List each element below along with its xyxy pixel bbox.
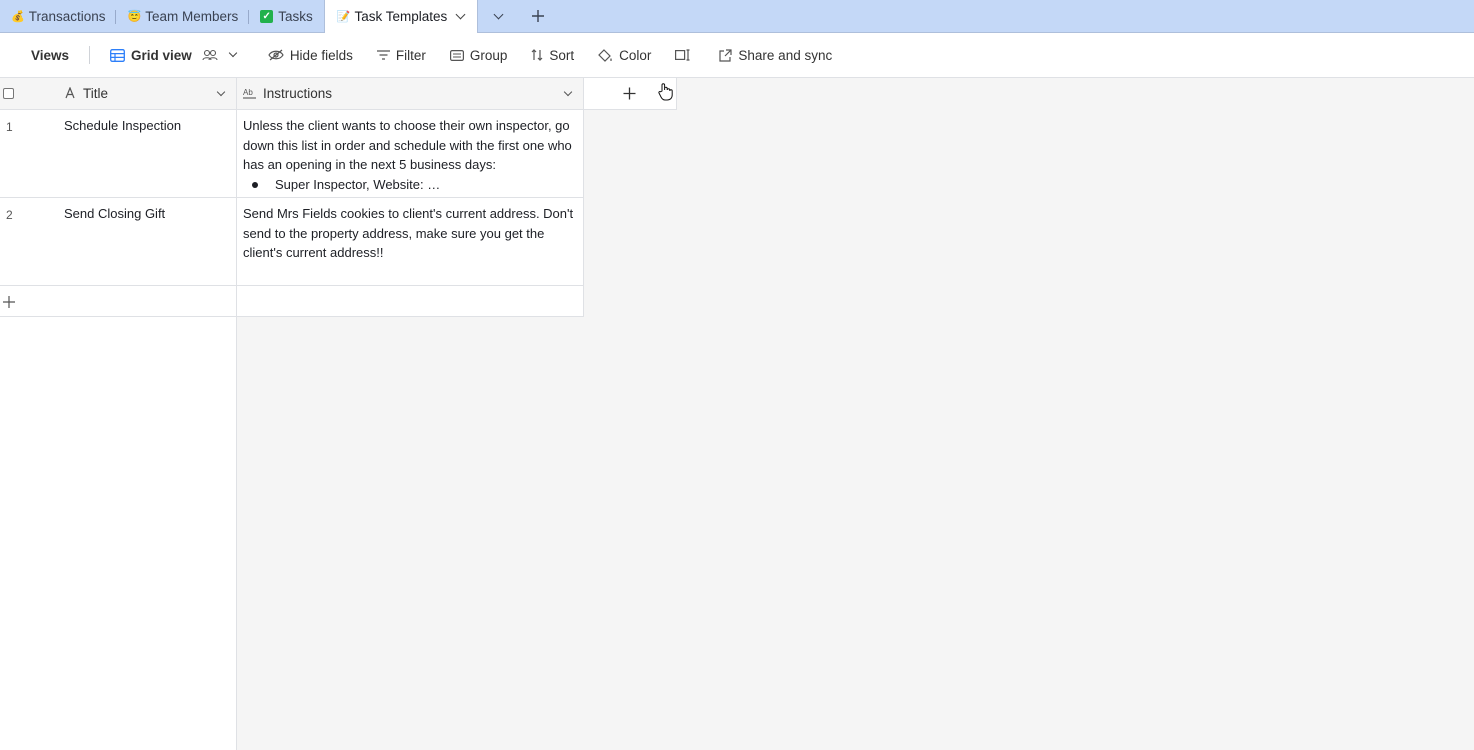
all-tables-dropdown[interactable] — [478, 0, 518, 32]
instructions-cell[interactable]: Send Mrs Fields cookies to client's curr… — [243, 204, 579, 263]
row-number: 1 — [6, 120, 13, 134]
hamburger-icon — [13, 52, 25, 58]
text-field-icon — [64, 86, 76, 102]
title-cell[interactable]: Send Closing Gift — [64, 204, 165, 224]
primary-header: Title — [0, 78, 237, 110]
tab-label: Transactions — [28, 8, 106, 24]
paint-bucket-icon — [598, 48, 613, 62]
add-table-button[interactable] — [518, 0, 558, 32]
instructions-list: Super Inspector, Website: … — [243, 175, 579, 195]
share-and-sync-button[interactable]: Share and sync — [707, 41, 844, 69]
grid-view-switcher[interactable]: Grid view — [98, 41, 248, 69]
instructions-cell[interactable]: Unless the client wants to choose their … — [243, 116, 579, 196]
view-toolbar: Views Grid view Hide fields Filter Group — [0, 33, 1474, 78]
views-button[interactable]: Views — [0, 41, 81, 69]
grid-view-label: Grid view — [131, 47, 192, 63]
instructions-text: Unless the client wants to choose their … — [243, 118, 572, 172]
color-button[interactable]: Color — [586, 41, 663, 69]
list-item: Super Inspector, Website: … — [243, 175, 579, 195]
memo-icon: 📝 — [336, 11, 351, 23]
add-record-button[interactable] — [3, 295, 15, 313]
group-label: Group — [469, 47, 508, 63]
chevron-down-icon[interactable] — [563, 87, 573, 97]
instructions-header: Ab Instructions — [237, 78, 584, 110]
group-icon — [449, 49, 464, 61]
plus-icon — [3, 296, 15, 308]
svg-text:Ab: Ab — [243, 88, 253, 97]
share-label: Share and sync — [738, 47, 833, 63]
chevron-down-icon — [493, 9, 504, 19]
filter-icon — [376, 50, 390, 60]
column-header-instructions[interactable]: Instructions — [263, 86, 332, 101]
table-row[interactable]: 1 Schedule Inspection — [0, 110, 237, 198]
title-cell[interactable]: Schedule Inspection — [64, 116, 181, 136]
chevron-down-icon[interactable] — [455, 9, 466, 20]
external-link-icon — [719, 48, 733, 62]
money-bag-icon: 💰 — [11, 10, 25, 23]
color-label: Color — [619, 47, 652, 63]
sort-icon — [531, 49, 543, 61]
grid-icon — [110, 48, 125, 62]
plus-icon — [623, 87, 636, 100]
sort-label: Sort — [549, 47, 575, 63]
tab-transactions[interactable]: 💰 Transactions — [0, 0, 117, 32]
eye-slash-icon — [268, 49, 284, 61]
table-row[interactable]: Send Mrs Fields cookies to client's curr… — [237, 198, 584, 286]
row-number: 2 — [6, 208, 13, 222]
plus-icon — [532, 10, 545, 22]
add-row[interactable] — [0, 286, 237, 317]
tab-label: Task Templates — [354, 9, 448, 24]
smiley-icon: 😇 — [127, 10, 142, 23]
table-row[interactable]: Unless the client wants to choose their … — [237, 110, 584, 198]
row-height-button[interactable] — [663, 41, 703, 69]
hide-fields-button[interactable]: Hide fields — [256, 41, 365, 69]
filter-label: Filter — [395, 47, 426, 63]
group-button[interactable]: Group — [438, 41, 520, 69]
tab-label: Tasks — [278, 8, 313, 24]
tab-tasks[interactable]: ✓ Tasks — [249, 0, 324, 32]
add-field-button[interactable] — [623, 87, 636, 103]
chevron-down-icon[interactable] — [216, 87, 226, 97]
hide-fields-label: Hide fields — [289, 47, 353, 63]
tab-label: Team Members — [145, 8, 239, 24]
tab-team-members[interactable]: 😇 Team Members — [116, 0, 249, 32]
select-all-checkbox[interactable] — [3, 88, 14, 99]
add-row[interactable] — [237, 286, 584, 317]
column-header-title[interactable]: Title — [83, 86, 108, 101]
long-text-icon: Ab — [243, 87, 257, 102]
add-field-header — [584, 78, 677, 110]
sort-button[interactable]: Sort — [519, 41, 586, 69]
divider — [89, 46, 91, 64]
collaborators-icon — [202, 49, 218, 61]
checkmark-icon: ✓ — [260, 9, 274, 23]
tab-task-templates[interactable]: 📝 Task Templates — [323, 0, 479, 33]
table-row[interactable]: 2 Send Closing Gift — [0, 198, 237, 286]
filter-button[interactable]: Filter — [365, 41, 438, 69]
grid-area: Title Ab Instructions 1 Schedule Inspect… — [0, 78, 1474, 750]
row-height-icon — [675, 49, 691, 61]
table-tab-bar: 💰 Transactions 😇 Team Members ✓ Tasks 📝 … — [0, 0, 1474, 33]
views-label: Views — [31, 47, 70, 63]
hand-cursor-icon — [658, 82, 673, 104]
chevron-down-icon — [228, 48, 238, 58]
